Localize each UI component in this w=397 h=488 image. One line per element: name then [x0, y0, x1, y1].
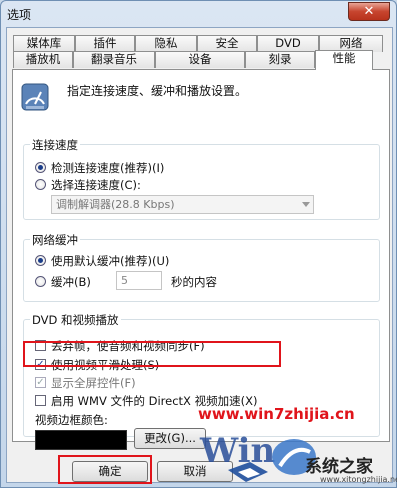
- fullscreen-controls-checkbox[interactable]: ✓: [35, 377, 46, 388]
- fullscreen-controls-label: 显示全屏控件(F): [51, 376, 136, 390]
- performance-panel: 指定连接速度、缓冲和播放设置。 连接速度 检测连接速度(推荐)(I) 选择连接速…: [12, 69, 390, 450]
- watermark-brand: 系统之家: [305, 457, 373, 477]
- window-title: 选项: [7, 8, 32, 22]
- speed-select-value: 调制解调器(28.8 Kbps): [56, 198, 175, 211]
- network-buffer-legend: 网络缓冲: [30, 232, 80, 248]
- tab-performance[interactable]: 性能: [315, 50, 373, 70]
- close-button[interactable]: ✕: [348, 2, 390, 21]
- svg-text:Win: Win: [199, 431, 275, 471]
- highlight-directx-option: [23, 341, 281, 367]
- default-buffer-radio[interactable]: [35, 255, 46, 266]
- tab-player[interactable]: 播放机: [13, 51, 73, 68]
- custom-buffer-radio[interactable]: [35, 276, 46, 287]
- choose-speed-label: 选择连接速度(C):: [51, 178, 141, 192]
- connection-speed-legend: 连接速度: [30, 137, 80, 153]
- directx-accel-checkbox[interactable]: [35, 395, 46, 406]
- tab-burn[interactable]: 刻录: [245, 51, 315, 68]
- intro-text: 指定连接速度、缓冲和播放设置。: [67, 84, 248, 98]
- watermark-site: www.xitongzhijia.net: [320, 475, 397, 484]
- choose-speed-radio[interactable]: [35, 179, 46, 190]
- watermark-url: www.win7zhijia.cn: [198, 405, 355, 423]
- performance-gauge-icon: [21, 83, 49, 111]
- highlight-ok-button: [58, 455, 152, 484]
- tab-devices[interactable]: 设备: [155, 51, 245, 68]
- default-buffer-label: 使用默认缓冲(推荐)(U): [51, 254, 170, 268]
- tab-security[interactable]: 安全: [197, 35, 257, 52]
- detect-speed-label: 检测连接速度(推荐)(I): [51, 161, 165, 175]
- speed-select[interactable]: 调制解调器(28.8 Kbps): [51, 195, 314, 214]
- tab-rip-music[interactable]: 翻录音乐: [73, 51, 155, 68]
- network-buffer-group: 网络缓冲: [23, 232, 380, 302]
- dvd-video-legend: DVD 和视频播放: [30, 312, 121, 328]
- buffer-seconds-input[interactable]: 5: [116, 271, 162, 290]
- tab-library[interactable]: 媒体库: [13, 35, 75, 52]
- custom-buffer-label: 缓冲(B): [51, 275, 91, 289]
- border-color-label: 视频边框颜色:: [35, 413, 108, 427]
- buffer-seconds-suffix: 秒的内容: [171, 275, 217, 289]
- chevron-down-icon: [302, 202, 310, 207]
- tab-dvd[interactable]: DVD: [257, 35, 319, 52]
- detect-speed-radio[interactable]: [35, 162, 46, 173]
- change-color-button[interactable]: 更改(G)...: [134, 428, 206, 449]
- checkmark-icon: ✓: [36, 377, 45, 388]
- tab-plugins[interactable]: 插件: [75, 35, 135, 52]
- tab-privacy[interactable]: 隐私: [135, 35, 197, 52]
- border-color-swatch: [35, 430, 127, 450]
